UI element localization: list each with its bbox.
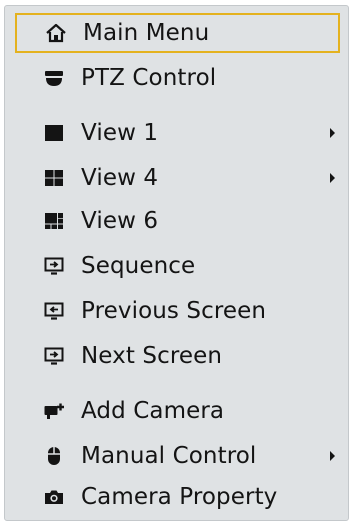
menu-item-label: Sequence xyxy=(81,253,196,279)
add-camera-icon xyxy=(41,398,67,424)
menu-item-main-menu[interactable]: Main Menu xyxy=(15,13,340,53)
sequence-icon xyxy=(41,253,67,279)
menu-item-camera-property[interactable]: Camera Property xyxy=(15,477,340,517)
menu-item-label: PTZ Control xyxy=(81,65,217,91)
view-6-icon xyxy=(41,208,67,234)
home-icon xyxy=(43,20,69,46)
view-4-icon xyxy=(41,165,67,191)
menu-item-manual-control[interactable]: Manual Control xyxy=(15,436,340,476)
submenu-arrow-icon xyxy=(330,173,335,183)
menu-item-view-4[interactable]: View 4 xyxy=(15,158,340,198)
menu-item-label: Add Camera xyxy=(81,398,225,424)
menu-item-label: View 6 xyxy=(81,208,159,234)
submenu-arrow-icon xyxy=(330,451,335,461)
menu-item-label: Previous Screen xyxy=(81,298,267,324)
menu-item-view-6[interactable]: View 6 xyxy=(15,201,340,241)
previous-screen-icon xyxy=(41,298,67,324)
mouse-icon xyxy=(41,443,67,469)
menu-item-label: View 1 xyxy=(81,120,159,146)
menu-item-label: Next Screen xyxy=(81,343,223,369)
menu-item-sequence[interactable]: Sequence xyxy=(15,246,340,286)
view-1-icon xyxy=(41,120,67,146)
menu-item-add-camera[interactable]: Add Camera xyxy=(15,391,340,431)
menu-item-label: Camera Property xyxy=(81,484,278,510)
menu-item-label: Manual Control xyxy=(81,443,257,469)
context-menu: Main Menu PTZ Control View 1 View 4 View… xyxy=(4,5,349,521)
menu-item-view-1[interactable]: View 1 xyxy=(15,113,340,153)
menu-item-previous-screen[interactable]: Previous Screen xyxy=(15,291,340,331)
menu-item-label: View 4 xyxy=(81,165,159,191)
menu-item-ptz-control[interactable]: PTZ Control xyxy=(15,58,340,98)
submenu-arrow-icon xyxy=(330,128,335,138)
camera-icon xyxy=(41,484,67,510)
menu-item-label: Main Menu xyxy=(83,20,210,46)
menu-item-next-screen[interactable]: Next Screen xyxy=(15,336,340,376)
next-screen-icon xyxy=(41,343,67,369)
ptz-camera-icon xyxy=(41,65,67,91)
